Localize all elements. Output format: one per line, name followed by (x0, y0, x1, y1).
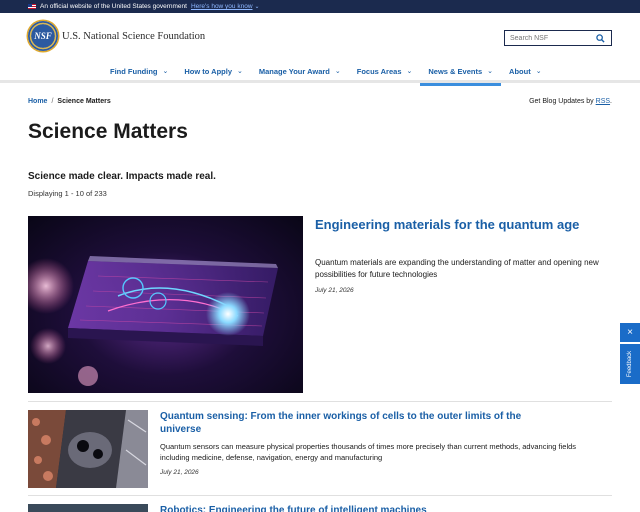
nav-manage-your-award[interactable]: Manage Your Award ⌄ (251, 59, 349, 83)
chevron-down-icon: ⌄ (237, 68, 243, 75)
org-name[interactable]: U.S. National Science Foundation (62, 31, 205, 42)
nsf-logo[interactable]: NSF (28, 21, 58, 51)
nav-focus-areas[interactable]: Focus Areas ⌄ (349, 59, 421, 83)
breadcrumb-separator: / (51, 98, 54, 105)
article-date: July 21, 2026 (160, 469, 199, 476)
gov-banner: An official website of the United States… (0, 0, 640, 13)
breadcrumb-current: Science Matters (57, 98, 111, 105)
featured-article-date: July 21, 2026 (315, 287, 354, 294)
us-flag-icon (28, 4, 36, 9)
blog-updates: Get Blog Updates by RSS. (529, 98, 612, 105)
nav-about[interactable]: About ⌄ (501, 59, 550, 83)
breadcrumb-home[interactable]: Home (28, 98, 47, 105)
featured-article-title[interactable]: Engineering materials for the quantum ag… (315, 216, 605, 234)
nav-news-events[interactable]: News & Events ⌄ (420, 59, 501, 86)
featured-article-description: Quantum materials are expanding the unde… (315, 258, 599, 279)
breadcrumb: Home / Science Matters (28, 98, 111, 105)
chevron-down-icon: ⌄ (535, 68, 542, 75)
article-image[interactable] (28, 504, 148, 512)
divider (28, 495, 612, 496)
search-icon[interactable] (593, 31, 607, 45)
article-image[interactable] (28, 410, 148, 488)
chevron-down-icon[interactable]: ⌄ (255, 3, 260, 10)
chevron-down-icon: ⌄ (406, 68, 413, 75)
chevron-down-icon: ⌄ (162, 68, 169, 75)
feedback-tab[interactable]: Feedback (620, 344, 640, 384)
main-nav: Find Funding ⌄ How to Apply ⌄ Manage Your … (102, 59, 550, 86)
chevron-down-icon: ⌄ (334, 68, 341, 75)
nav-find-funding[interactable]: Find Funding ⌄ (102, 59, 176, 83)
featured-article-image[interactable] (28, 216, 303, 393)
gov-banner-text: An official website of the United States… (40, 3, 187, 10)
page-title: Science Matters (28, 120, 188, 143)
results-count: Displaying 1 - 10 of 233 (28, 189, 107, 198)
article-title[interactable]: Quantum sensing: From the inner workings… (160, 410, 560, 436)
search-box (504, 30, 612, 46)
article-description: Quantum sensors can measure physical pro… (160, 442, 577, 462)
feedback-close-icon[interactable]: × (620, 323, 640, 342)
heres-how-you-know-link[interactable]: Here's how you know (191, 3, 253, 10)
nav-how-to-apply[interactable]: How to Apply ⌄ (176, 59, 251, 83)
article-title[interactable]: Robotics: Engineering the future of inte… (160, 504, 560, 512)
page-subtitle: Science made clear. Impacts made real. (28, 171, 216, 182)
rss-link[interactable]: RSS (596, 98, 610, 105)
divider (28, 401, 612, 402)
chevron-down-icon: ⌄ (487, 68, 494, 75)
search-input[interactable] (505, 31, 593, 45)
site-header: NSF U.S. National Science Foundation Fin… (0, 13, 640, 86)
